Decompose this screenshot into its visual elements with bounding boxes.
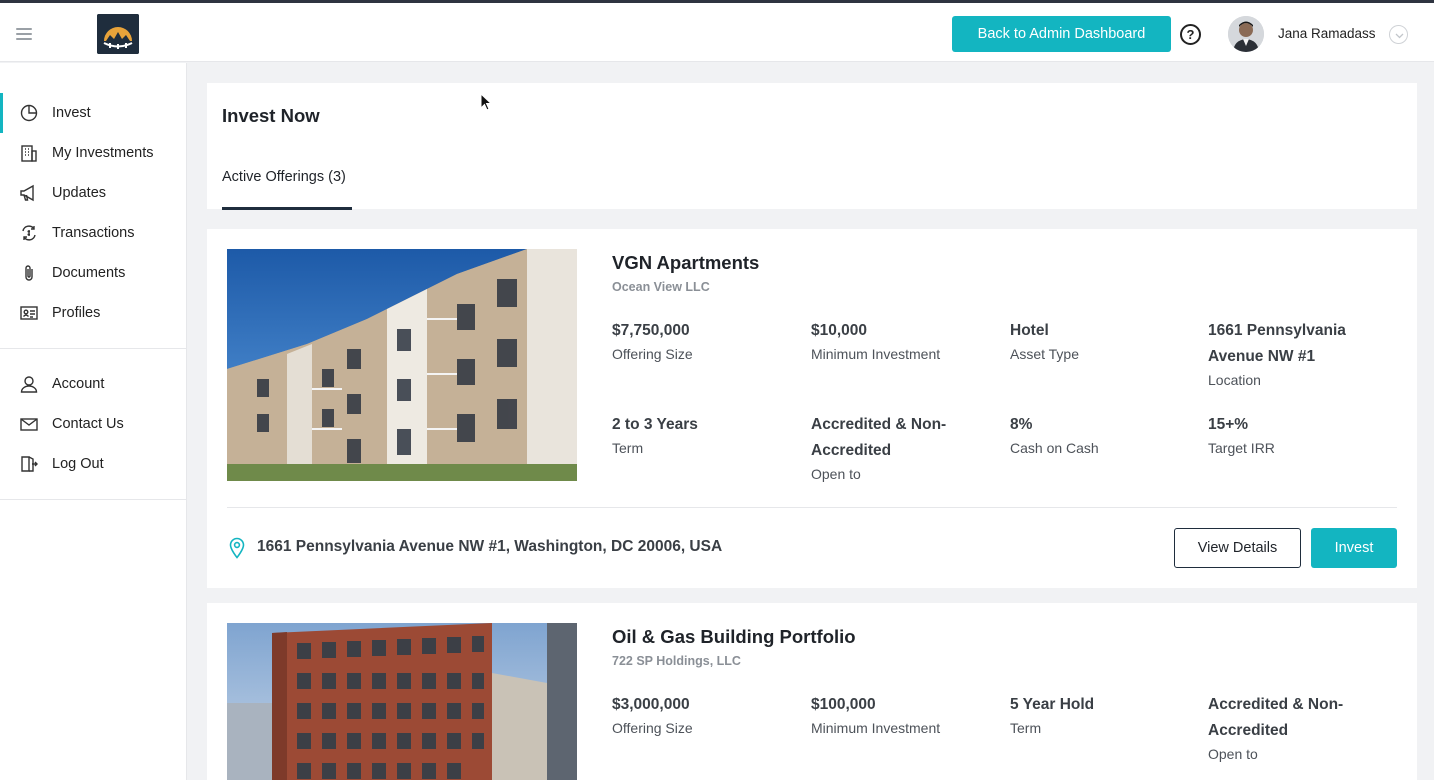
- stat-label: Term: [612, 440, 644, 456]
- stat-label: Open to: [811, 466, 861, 482]
- stat-value: 2 to 3 Years: [612, 416, 698, 433]
- sidebar-item-profiles[interactable]: Profiles: [0, 293, 187, 333]
- exchange-icon: [19, 223, 39, 243]
- sidebar: Invest My Investments Updates Transactio…: [0, 63, 187, 780]
- stat-label: Cash on Cash: [1010, 440, 1099, 456]
- page-title: Invest Now: [222, 105, 320, 126]
- sidebar-item-transactions[interactable]: Transactions: [0, 213, 187, 253]
- stat-asset-type: Hotel Asset Type: [1010, 318, 1185, 366]
- logout-icon: [19, 454, 39, 474]
- stat-label: Location: [1208, 372, 1261, 388]
- back-to-admin-dashboard-button[interactable]: Back to Admin Dashboard: [952, 16, 1171, 52]
- offering-name[interactable]: Oil & Gas Building Portfolio: [612, 626, 856, 648]
- company-logo[interactable]: [97, 14, 139, 54]
- pie-chart-icon: [19, 103, 39, 123]
- user-name[interactable]: Jana Ramadass: [1278, 26, 1376, 41]
- stat-value: $100,000: [811, 696, 876, 713]
- offering-name[interactable]: VGN Apartments: [612, 252, 759, 274]
- stat-minimum-investment: $10,000 Minimum Investment: [811, 318, 986, 366]
- stat-location: 1661 Pennsylvania Avenue NW #1 Location: [1208, 318, 1368, 392]
- sidebar-item-label: Account: [52, 376, 105, 392]
- invest-button[interactable]: Invest: [1311, 528, 1397, 568]
- sidebar-item-account[interactable]: Account: [0, 364, 187, 404]
- property-image: [227, 623, 577, 780]
- stat-label: Term: [1010, 720, 1042, 736]
- stat-value: $10,000: [811, 322, 868, 339]
- help-icon[interactable]: ?: [1180, 24, 1201, 45]
- sidebar-item-log-out[interactable]: Log Out: [0, 444, 187, 484]
- stat-label: Asset Type: [1010, 346, 1080, 362]
- offering-card: Oil & Gas Building Portfolio 722 SP Hold…: [207, 603, 1417, 780]
- stat-term: 5 Year Hold Term: [1010, 692, 1185, 740]
- paperclip-icon: [19, 263, 39, 283]
- building-icon: [19, 143, 39, 163]
- stat-offering-size: $7,750,000 Offering Size: [612, 318, 787, 366]
- stat-minimum-investment: $100,000 Minimum Investment: [811, 692, 986, 740]
- stat-value: Accredited & Non-Accredited: [811, 416, 947, 459]
- hamburger-menu-icon[interactable]: [16, 28, 32, 40]
- map-pin-icon: [229, 537, 245, 564]
- stat-value: 15+%: [1208, 416, 1249, 433]
- invest-now-panel: Invest Now Active Offerings (3): [207, 83, 1417, 210]
- sidebar-item-label: Profiles: [52, 305, 101, 321]
- stat-value: 8%: [1010, 416, 1033, 433]
- stat-target-irr: 15+% Target IRR: [1208, 412, 1383, 460]
- offering-sponsor: 722 SP Holdings, LLC: [612, 654, 741, 668]
- sidebar-item-documents[interactable]: Documents: [0, 253, 187, 293]
- sidebar-item-label: Log Out: [52, 456, 104, 472]
- view-details-button[interactable]: View Details: [1174, 528, 1301, 568]
- stat-value: $3,000,000: [612, 696, 690, 713]
- card-divider: [227, 507, 1397, 508]
- sidebar-divider: [0, 499, 187, 500]
- offering-address: 1661 Pennsylvania Avenue NW #1, Washingt…: [257, 538, 723, 555]
- stat-term: 2 to 3 Years Term: [612, 412, 787, 460]
- stat-label: Open to: [1208, 746, 1258, 762]
- property-image: [227, 249, 577, 481]
- sidebar-item-label: Invest: [52, 105, 91, 121]
- stat-value: 5 Year Hold: [1010, 696, 1095, 713]
- stat-value: Hotel: [1010, 322, 1049, 339]
- stat-open-to: Accredited & Non-Accredited Open to: [1208, 692, 1368, 766]
- offering-card: VGN Apartments Ocean View LLC $7,750,000…: [207, 229, 1417, 588]
- stat-cash-on-cash: 8% Cash on Cash: [1010, 412, 1185, 460]
- stat-value: $7,750,000: [612, 322, 690, 339]
- stat-value: 1661 Pennsylvania Avenue NW #1: [1208, 322, 1346, 365]
- stat-offering-size: $3,000,000 Offering Size: [612, 692, 787, 740]
- stat-label: Minimum Investment: [811, 720, 941, 736]
- stat-label: Offering Size: [612, 346, 693, 362]
- sidebar-item-label: My Investments: [52, 145, 154, 161]
- chevron-down-icon[interactable]: [1389, 25, 1408, 44]
- sidebar-item-label: Contact Us: [52, 416, 124, 432]
- id-card-icon: [19, 303, 39, 323]
- sidebar-item-my-investments[interactable]: My Investments: [0, 133, 187, 173]
- active-tab-indicator: [222, 207, 352, 210]
- tab-active-offerings[interactable]: Active Offerings (3): [222, 169, 346, 185]
- sidebar-item-contact-us[interactable]: Contact Us: [0, 404, 187, 444]
- sidebar-item-label: Updates: [52, 185, 107, 201]
- envelope-icon: [19, 414, 39, 434]
- stat-open-to: Accredited & Non-Accredited Open to: [811, 412, 971, 486]
- stat-label: Minimum Investment: [811, 346, 941, 362]
- avatar[interactable]: [1228, 16, 1264, 52]
- stat-label: Target IRR: [1208, 440, 1275, 456]
- offering-sponsor: Ocean View LLC: [612, 280, 710, 294]
- sidebar-item-updates[interactable]: Updates: [0, 173, 187, 213]
- user-icon: [19, 374, 39, 394]
- stat-value: Accredited & Non-Accredited: [1208, 696, 1344, 739]
- sidebar-divider: [0, 348, 187, 349]
- sidebar-item-invest[interactable]: Invest: [0, 93, 187, 133]
- megaphone-icon: [19, 183, 39, 203]
- sidebar-item-label: Documents: [52, 265, 126, 281]
- mouse-cursor-icon: [480, 93, 493, 111]
- stat-label: Offering Size: [612, 720, 693, 736]
- top-header: Back to Admin Dashboard ? Jana Ramadass: [0, 3, 1434, 62]
- sidebar-item-label: Transactions: [52, 225, 135, 241]
